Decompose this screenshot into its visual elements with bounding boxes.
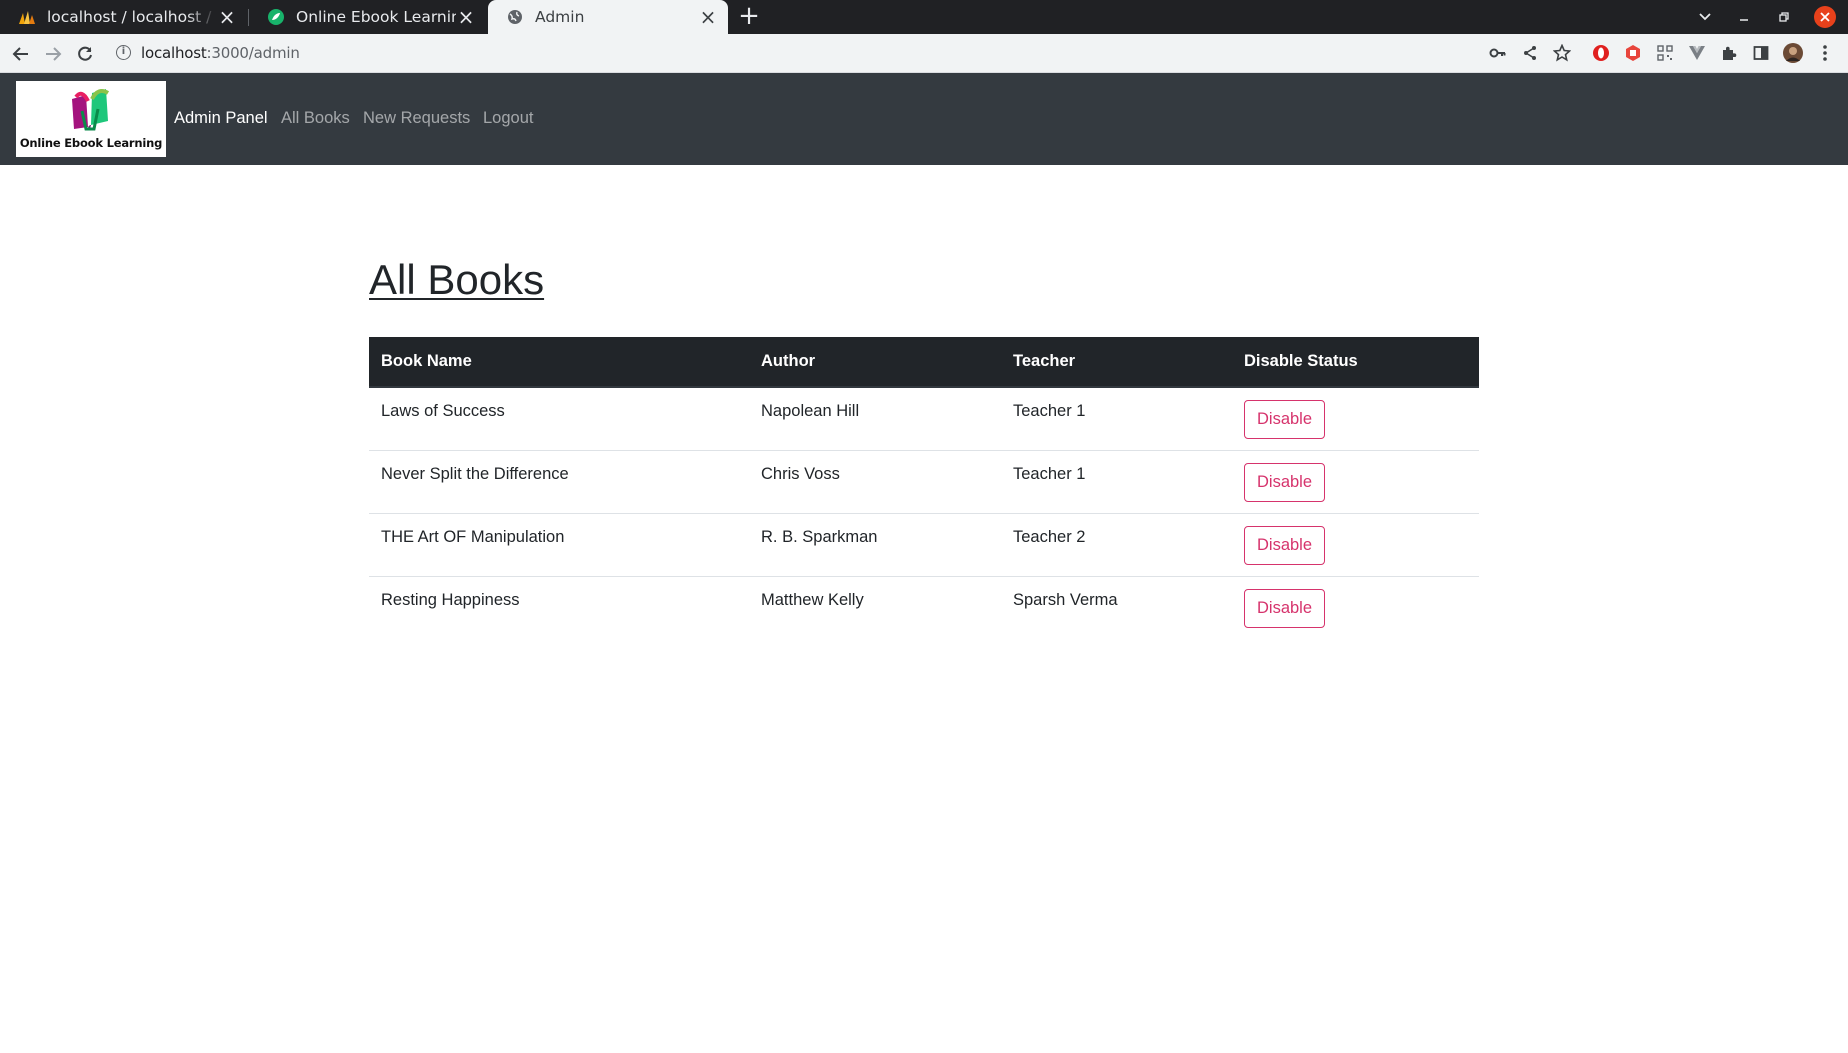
book-name-cell: Laws of Success: [369, 387, 749, 451]
site-navbar: Online Ebook Learning Admin Panel All Bo…: [0, 73, 1848, 165]
share-icon[interactable]: [1520, 43, 1540, 63]
column-header-book-name: Book Name: [369, 337, 749, 388]
teacher-cell: Teacher 1: [1001, 450, 1232, 514]
author-cell: Matthew Kelly: [761, 590, 864, 609]
table-header-row: Book Name Author Teacher Disable Status: [369, 337, 1479, 388]
restore-button[interactable]: [1772, 0, 1796, 34]
arrow-right-icon: [46, 47, 62, 61]
nav-brand-admin-panel[interactable]: Admin Panel: [174, 109, 268, 128]
nav-link-all-books[interactable]: All Books: [281, 109, 350, 128]
star-icon[interactable]: [1552, 43, 1572, 63]
restore-icon: [1779, 12, 1789, 22]
table-row: Never Split the Difference Chris Voss Te…: [369, 450, 1479, 514]
close-tab-icon[interactable]: ×: [217, 7, 237, 27]
teacher-cell: Sparsh Verma: [1013, 590, 1118, 609]
disable-button[interactable]: Disable: [1244, 525, 1326, 565]
nav-link-logout[interactable]: Logout: [483, 109, 533, 128]
minimize-icon: [1740, 19, 1748, 21]
disable-button[interactable]: Disable: [1244, 400, 1326, 439]
tab-title: Admin: [535, 8, 585, 26]
url-path: :3000/admin: [206, 44, 300, 62]
info-icon[interactable]: i: [116, 45, 131, 60]
key-icon[interactable]: [1488, 43, 1508, 63]
column-header-author: Author: [749, 337, 1001, 388]
book-name-cell: THE Art OF Manipulation: [369, 513, 749, 577]
open-book-logo-icon: [72, 89, 110, 131]
status-cell: Disable: [1232, 513, 1479, 577]
url-text[interactable]: localhost:3000/admin: [141, 44, 300, 62]
qr-code-icon[interactable]: [1655, 43, 1675, 63]
logo-text: Online Ebook Learning: [19, 136, 163, 150]
status-cell: Disable: [1232, 387, 1479, 451]
table-body: Laws of Success Napolean Hill Teacher 1 …: [369, 387, 1479, 639]
arrow-left-icon: [12, 47, 28, 61]
browser-tab-bar: localhost / localhost / Online Ebook × O…: [0, 0, 1848, 34]
back-button[interactable]: [10, 43, 32, 65]
puzzle-icon[interactable]: [1719, 43, 1739, 63]
book-name-cell: Never Split the Difference: [369, 450, 749, 514]
window-close-button[interactable]: [1813, 0, 1837, 34]
browser-toolbar: i localhost:3000/admin: [0, 34, 1848, 73]
disable-button[interactable]: Disable: [1244, 462, 1326, 502]
column-header-disable-status: Disable Status: [1232, 337, 1479, 388]
reload-button[interactable]: [74, 43, 96, 65]
table-row: THE Art OF Manipulation R. B. Sparkman T…: [369, 513, 1479, 577]
teacher-cell: Teacher 2: [1001, 513, 1232, 577]
nav-link-new-requests[interactable]: New Requests: [363, 109, 470, 128]
table-row: Resting Happiness Matthew Kelly Sparsh V…: [369, 576, 1479, 639]
site-logo[interactable]: Online Ebook Learning: [16, 81, 166, 157]
side-panel-icon[interactable]: [1751, 43, 1771, 63]
close-tab-icon[interactable]: ×: [698, 7, 718, 27]
disable-button[interactable]: Disable: [1244, 588, 1326, 628]
phpmyadmin-icon: [18, 8, 36, 26]
browser-tab-ebook[interactable]: Online Ebook Learning ×: [249, 0, 486, 34]
tab-title: localhost / localhost / Online Ebook: [47, 8, 217, 26]
leaf-icon: [267, 8, 285, 26]
tab-title: Online Ebook Learning: [296, 8, 456, 26]
column-header-teacher: Teacher: [1001, 337, 1232, 388]
status-cell: Disable: [1232, 450, 1479, 514]
forward-button[interactable]: [42, 43, 64, 65]
new-tab-button[interactable]: +: [736, 3, 762, 30]
close-tab-icon[interactable]: ×: [456, 7, 476, 27]
author-cell: R. B. Sparkman: [749, 513, 1001, 577]
opera-extension-icon[interactable]: [1591, 43, 1611, 63]
profile-avatar-icon[interactable]: [1783, 43, 1803, 63]
close-icon: [1814, 6, 1836, 28]
vue-devtools-icon[interactable]: [1687, 43, 1707, 63]
table-row: Laws of Success Napolean Hill Teacher 1 …: [369, 387, 1479, 451]
page-title: All Books: [369, 256, 545, 303]
browser-tab-admin[interactable]: Admin ×: [488, 0, 728, 34]
menu-kebab-icon[interactable]: [1815, 43, 1835, 63]
table-header: Book Name Author Teacher Disable Status: [369, 337, 1479, 388]
browser-tab-phpmyadmin[interactable]: localhost / localhost / Online Ebook ×: [0, 0, 247, 34]
book-name-cell: Resting Happiness: [381, 590, 520, 609]
globe-icon: [506, 8, 524, 26]
minimize-button[interactable]: [1732, 0, 1756, 34]
reload-icon: [78, 46, 92, 61]
books-table: Book Name Author Teacher Disable Status …: [369, 337, 1479, 639]
url-host: localhost: [141, 44, 207, 62]
status-cell: Disable: [1232, 576, 1479, 639]
tab-search-button[interactable]: [1693, 0, 1717, 34]
address-bar[interactable]: i localhost:3000/admin: [106, 37, 1848, 69]
author-cell: Napolean Hill: [749, 387, 1001, 451]
chevron-down-icon: [1699, 13, 1711, 21]
extension-badge-icon[interactable]: [1623, 43, 1643, 63]
teacher-cell: Teacher 1: [1001, 387, 1232, 451]
author-cell: Chris Voss: [749, 450, 1001, 514]
